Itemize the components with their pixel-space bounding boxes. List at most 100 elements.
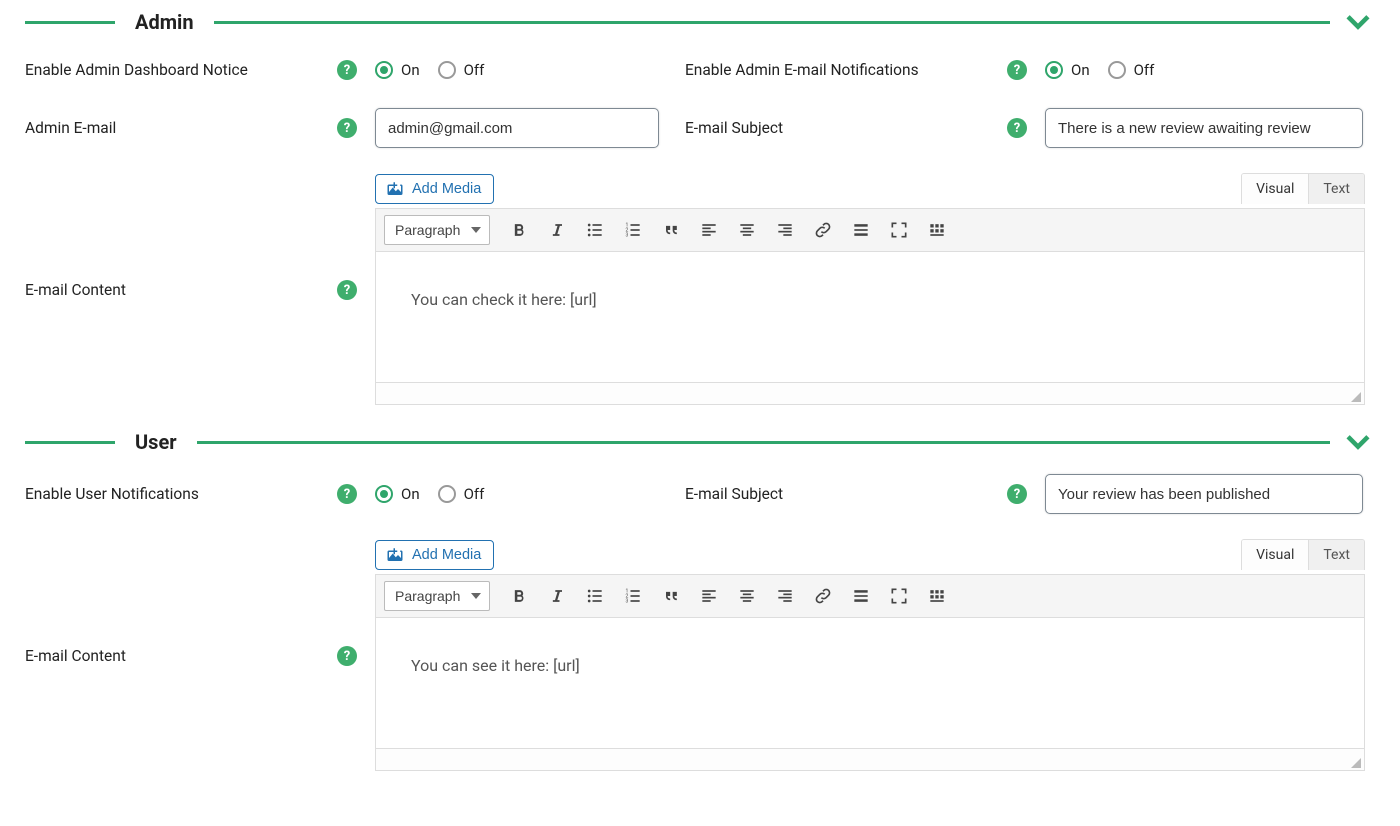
read-more-button[interactable] [846, 216, 876, 244]
editor-resize-handle[interactable] [376, 748, 1364, 770]
tab-visual[interactable]: Visual [1242, 540, 1309, 570]
email-notif-on[interactable]: On [1045, 61, 1090, 79]
italic-button[interactable] [542, 582, 572, 610]
help-icon[interactable]: ? [337, 280, 357, 300]
user-subject-field[interactable] [1045, 474, 1363, 514]
bulleted-list-button[interactable] [580, 216, 610, 244]
link-button[interactable] [808, 216, 838, 244]
dashboard-notice-on[interactable]: On [375, 61, 420, 79]
toolbar-toggle-button[interactable] [922, 216, 952, 244]
toolbar-toggle-button[interactable] [922, 582, 952, 610]
tab-text[interactable]: Text [1309, 174, 1364, 204]
dashboard-notice-label-cell: Enable Admin Dashboard Notice ? [25, 54, 375, 86]
user-enable-radio-group: On Off [375, 485, 484, 503]
collapse-toggle[interactable] [1341, 424, 1375, 462]
blockquote-icon [661, 220, 681, 240]
bold-button[interactable] [504, 216, 534, 244]
help-icon[interactable]: ? [1007, 118, 1027, 138]
bulleted-list-button[interactable] [580, 582, 610, 610]
user-content-label-cell: E-mail Content ? [25, 536, 375, 666]
read-more-icon [851, 586, 871, 606]
bulleted-list-icon [585, 220, 605, 240]
user-enable-on[interactable]: On [375, 485, 420, 503]
blockquote-button[interactable] [656, 216, 686, 244]
add-media-button[interactable]: Add Media [375, 174, 494, 204]
editor-tabs: Visual Text [1241, 539, 1365, 570]
toolbar-toggle-icon [927, 220, 947, 240]
email-notif-off[interactable]: Off [1108, 61, 1155, 79]
dashboard-notice-radio-group: On Off [375, 61, 484, 79]
align-right-button[interactable] [770, 216, 800, 244]
bold-icon [509, 220, 529, 240]
numbered-list-icon: 123 [623, 586, 643, 606]
format-select[interactable]: Paragraph [384, 215, 490, 245]
divider-line [214, 21, 1330, 24]
email-notif-radio-group: On Off [1045, 61, 1154, 79]
format-select[interactable]: Paragraph [384, 581, 490, 611]
help-icon[interactable]: ? [337, 118, 357, 138]
numbered-list-button[interactable]: 123 [618, 582, 648, 610]
align-right-icon [775, 220, 795, 240]
align-left-icon [699, 220, 719, 240]
user-editor-row: E-mail Content ? Add Media Visual Text [25, 536, 1375, 771]
help-icon[interactable]: ? [337, 484, 357, 504]
chevron-down-icon [1341, 4, 1375, 38]
dashboard-notice-off[interactable]: Off [438, 61, 485, 79]
align-left-icon [699, 586, 719, 606]
align-left-button[interactable] [694, 216, 724, 244]
dashboard-notice-input: On Off [375, 61, 685, 79]
admin-heading: Admin [115, 10, 214, 34]
admin-panel: Admin Enable Admin Dashboard Notice ? On… [25, 10, 1375, 405]
italic-button[interactable] [542, 216, 572, 244]
user-heading: User [115, 430, 197, 454]
wysiwyg-editor: Paragraph 123 You can see it [375, 574, 1365, 771]
admin-subject-field[interactable] [1045, 108, 1363, 148]
align-center-button[interactable] [732, 216, 762, 244]
tab-visual[interactable]: Visual [1242, 174, 1309, 204]
user-subject-input-cell [1045, 474, 1365, 514]
admin-email-field[interactable] [375, 108, 659, 148]
email-notif-label: Enable Admin E-mail Notifications [685, 61, 995, 79]
help-icon[interactable]: ? [337, 60, 357, 80]
tab-text[interactable]: Text [1309, 540, 1364, 570]
fullscreen-button[interactable] [884, 216, 914, 244]
user-enable-off[interactable]: Off [438, 485, 485, 503]
divider-line [197, 441, 1330, 444]
admin-email-label: Admin E-mail [25, 119, 325, 137]
admin-email-label-cell: Admin E-mail ? [25, 112, 375, 144]
read-more-icon [851, 220, 871, 240]
help-icon[interactable]: ? [1007, 60, 1027, 80]
read-more-button[interactable] [846, 582, 876, 610]
collapse-toggle[interactable] [1341, 4, 1375, 42]
email-notif-label-cell: Enable Admin E-mail Notifications ? [685, 54, 1045, 86]
help-icon[interactable]: ? [337, 646, 357, 666]
blockquote-icon [661, 586, 681, 606]
fullscreen-icon [889, 220, 909, 240]
fullscreen-button[interactable] [884, 582, 914, 610]
format-select-wrap: Paragraph [384, 581, 490, 611]
align-right-button[interactable] [770, 582, 800, 610]
format-select-wrap: Paragraph [384, 215, 490, 245]
user-enable-label: Enable User Notifications [25, 485, 325, 503]
user-enable-label-cell: Enable User Notifications ? [25, 478, 375, 510]
user-subject-label-cell: E-mail Subject ? [685, 478, 1045, 510]
align-center-button[interactable] [732, 582, 762, 610]
link-button[interactable] [808, 582, 838, 610]
admin-content-body[interactable]: You can check it here: [url] [376, 252, 1364, 382]
align-left-button[interactable] [694, 582, 724, 610]
editor-toolbar: Paragraph 123 [376, 209, 1364, 252]
editor-tabs: Visual Text [1241, 173, 1365, 204]
blockquote-button[interactable] [656, 582, 686, 610]
user-enable-input: On Off [375, 485, 685, 503]
admin-subject-label-cell: E-mail Subject ? [685, 112, 1045, 144]
user-panel: User Enable User Notifications ? On Off … [25, 430, 1375, 771]
fullscreen-icon [889, 586, 909, 606]
help-icon[interactable]: ? [1007, 484, 1027, 504]
bold-button[interactable] [504, 582, 534, 610]
admin-subject-label: E-mail Subject [685, 119, 995, 137]
numbered-list-button[interactable]: 123 [618, 216, 648, 244]
editor-resize-handle[interactable] [376, 382, 1364, 404]
svg-text:3: 3 [626, 233, 629, 239]
user-content-body[interactable]: You can see it here: [url] [376, 618, 1364, 748]
add-media-button[interactable]: Add Media [375, 540, 494, 570]
